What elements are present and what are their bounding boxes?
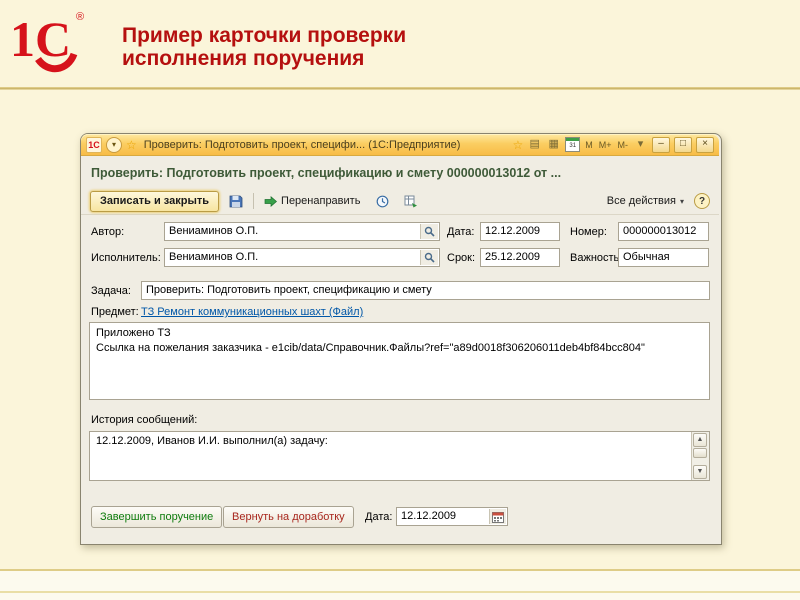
minimize-button[interactable]: – [652,136,670,153]
1c-logo: 1С ® [10,11,84,72]
calculator-icon[interactable]: ▦ [546,139,561,150]
calendar-picker-button[interactable] [489,509,506,524]
executor-value: Вениаминов О.П. [169,251,259,263]
divider-top [0,87,800,90]
number-value: 000000013012 [623,225,697,237]
footer-band [0,569,800,600]
document-icon[interactable]: ▤ [527,139,542,150]
history-label: История сообщений: [91,414,198,426]
window-body: Проверить: Подготовить проект, специфика… [81,156,719,543]
executor-field[interactable]: Вениаминов О.П. [164,248,440,267]
memory-mminus-button[interactable]: M- [617,140,630,150]
slide-title-line1: Пример карточки проверки [122,24,407,47]
titlebar-more-icon[interactable]: ▾ [633,139,648,150]
close-button[interactable]: × [696,136,714,153]
author-label: Автор: [91,226,125,238]
history-textarea[interactable]: 12.12.2009, Иванов И.И. выполнил(а) зада… [89,431,710,481]
slide-background: 1С ® Пример карточки проверки исполнения… [0,0,800,600]
subject-label: Предмет: [91,306,139,318]
slide-title: Пример карточки проверки исполнения пору… [122,24,406,70]
magnifier-icon [424,226,435,237]
logo-registered-mark: ® [76,11,84,23]
window-title: Проверить: Подготовить проект, специфи..… [143,138,461,151]
number-field[interactable]: 000000013012 [618,222,709,241]
importance-label: Важность: [570,252,623,264]
calendar-icon[interactable]: 31 [565,137,581,152]
description-textarea[interactable]: Приложено ТЗ Ссылка на пожелания заказчи… [89,322,710,400]
description-line1: Приложено ТЗ [96,327,171,339]
toolbar-separator [253,193,255,209]
calendar-icon [492,511,504,523]
task-field[interactable]: Проверить: Подготовить проект, специфика… [141,281,710,300]
all-actions-label: Все действия [606,195,676,207]
task-label: Задача: [91,285,131,297]
scroll-up-icon[interactable]: ▲ [693,433,707,447]
executor-label: Исполнитель: [91,252,161,264]
add-favorite-icon[interactable]: ☆ [512,139,523,151]
app-icon: 1С [86,136,102,153]
importance-value: Обычная [623,251,670,263]
scrollbar-thumb[interactable] [693,448,707,458]
slide-title-line2: исполнения поручения [122,47,365,70]
author-field[interactable]: Вениаминов О.П. [164,222,440,241]
number-label: Номер: [570,226,607,238]
date-value: 12.12.2009 [485,225,541,237]
importance-field[interactable]: Обычная [618,248,709,267]
save-and-close-button[interactable]: Записать и закрыть [90,190,220,212]
form-title: Проверить: Подготовить проект, специфика… [91,166,562,180]
table-arrow-icon [404,195,418,207]
return-for-rework-button[interactable]: Вернуть на доработку [223,506,354,528]
1c-task-window: 1С ▾ ☆ Проверить: Подготовить проект, сп… [80,133,722,545]
redirect-button[interactable]: Перенаправить [259,191,365,211]
favorites-star-icon[interactable]: ☆ [126,139,137,151]
bottom-date-field[interactable]: 12.12.2009 [396,507,508,526]
chevron-down-icon: ▾ [679,196,684,206]
description-line2: Ссылка на пожелания заказчика - e1cib/da… [96,342,645,354]
help-button[interactable]: ? [694,193,710,209]
bottom-date-value: 12.12.2009 [401,510,457,522]
divider-bottom [0,591,800,593]
save-icon-button[interactable] [224,191,248,211]
task-value: Проверить: Подготовить проект, специфика… [146,284,432,296]
main-menu-button[interactable]: ▾ [106,136,122,153]
author-lookup-button[interactable] [420,224,438,239]
window-titlebar[interactable]: 1С ▾ ☆ Проверить: Подготовить проект, сп… [81,134,719,156]
chevron-down-icon: ▾ [111,140,116,149]
magnifier-icon [424,252,435,263]
memory-mplus-button[interactable]: M+ [598,140,613,150]
author-value: Вениаминов О.П. [169,225,259,237]
history-clock-button[interactable] [370,191,394,211]
finish-assignment-button[interactable]: Завершить поручение [91,506,223,528]
subject-file-link[interactable]: ТЗ Ремонт коммуникационных шахт (Файл) [141,306,363,318]
open-list-button[interactable] [399,191,423,211]
due-label: Срок: [447,252,476,264]
date-label: Дата: [447,226,475,238]
all-actions-button[interactable]: Все действия ▾ [602,191,689,211]
due-value: 25.12.2009 [485,251,541,263]
clock-icon [376,195,389,207]
history-text: 12.12.2009, Иванов И.И. выполнил(а) зада… [96,435,328,447]
bottom-date-label: Дата: [365,511,393,523]
history-scrollbar[interactable]: ▲ ▼ [691,432,709,480]
memory-m-button[interactable]: M [584,140,594,150]
scroll-down-icon[interactable]: ▼ [693,465,707,479]
diskette-icon [229,195,243,208]
form-toolbar: Записать и закрыть Перенаправить Все дей… [81,188,719,215]
due-field[interactable]: 25.12.2009 [480,248,560,267]
redirect-label: Перенаправить [281,195,361,207]
green-arrow-icon [264,195,278,207]
date-field[interactable]: 12.12.2009 [480,222,560,241]
maximize-button[interactable]: □ [674,136,692,153]
executor-lookup-button[interactable] [420,250,438,265]
